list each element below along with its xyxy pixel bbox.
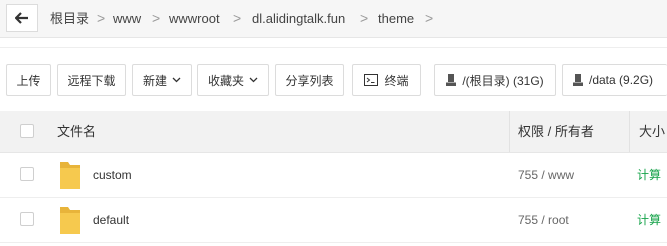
share-list-button[interactable]: 分享列表: [275, 64, 344, 96]
chevron-right-icon: >: [233, 10, 242, 26]
chevron-right-icon: >: [425, 10, 434, 26]
column-header-size[interactable]: 大小: [639, 111, 665, 152]
share-list-label: 分享列表: [285, 73, 334, 88]
terminal-button[interactable]: 终端: [352, 64, 421, 96]
back-button[interactable]: [6, 4, 38, 32]
disk-icon: [573, 74, 583, 86]
terminal-icon: [364, 74, 379, 86]
disk-root-button[interactable]: /(根目录) (31G): [434, 64, 556, 96]
breadcrumb-item-root[interactable]: 根目录: [50, 0, 89, 37]
chevron-down-icon: [172, 77, 181, 83]
terminal-label: 终端: [384, 73, 409, 88]
new-button-label: 新建: [142, 73, 167, 88]
remote-download-label: 远程下载: [67, 73, 116, 88]
file-permission[interactable]: 755 / root: [518, 198, 569, 242]
back-arrow-icon: [15, 12, 28, 24]
calculate-size-link[interactable]: 计算: [637, 198, 661, 242]
breadcrumb: 根目录 > www > wwwroot > dl.alidingtalk.fun…: [0, 0, 667, 38]
file-name[interactable]: custom: [93, 153, 132, 197]
folder-icon: [60, 162, 80, 189]
column-header-name[interactable]: 文件名: [57, 111, 96, 152]
favorites-dropdown-button[interactable]: 收藏夹: [197, 64, 269, 96]
chevron-right-icon: >: [152, 10, 161, 26]
breadcrumb-item-theme[interactable]: theme: [378, 0, 414, 37]
upload-button[interactable]: 上传: [6, 64, 51, 96]
table-row[interactable]: default 755 / root 计算: [0, 198, 667, 243]
disk-data-label: /data (9.2G): [589, 73, 654, 87]
file-permission[interactable]: 755 / www: [518, 153, 574, 197]
column-header-permission[interactable]: 权限 / 所有者: [518, 111, 594, 152]
column-divider: [509, 111, 510, 152]
file-table-header: 文件名 权限 / 所有者 大小: [0, 111, 667, 153]
favorites-button-label: 收藏夹: [207, 73, 244, 88]
chevron-right-icon: >: [97, 10, 106, 26]
remote-download-button[interactable]: 远程下载: [57, 64, 126, 96]
column-divider: [629, 111, 630, 152]
folder-icon: [60, 207, 80, 234]
upload-button-label: 上传: [16, 73, 41, 88]
calculate-size-link[interactable]: 计算: [637, 153, 661, 197]
breadcrumb-item-site[interactable]: dl.alidingtalk.fun: [252, 0, 345, 37]
table-row[interactable]: custom 755 / www 计算: [0, 153, 667, 198]
breadcrumb-item-wwwroot[interactable]: wwwroot: [169, 0, 220, 37]
select-all-checkbox[interactable]: [20, 124, 34, 138]
disk-data-button[interactable]: /data (9.2G): [562, 64, 667, 96]
file-name[interactable]: default: [93, 198, 129, 242]
chevron-right-icon: >: [360, 10, 369, 26]
disk-icon: [446, 74, 457, 86]
disk-root-label: /(根目录) (31G): [462, 73, 544, 88]
chevron-down-icon: [249, 77, 258, 83]
divider: [0, 47, 667, 48]
breadcrumb-item-www[interactable]: www: [113, 0, 141, 37]
row-checkbox[interactable]: [20, 212, 34, 226]
row-checkbox[interactable]: [20, 167, 34, 181]
new-dropdown-button[interactable]: 新建: [132, 64, 192, 96]
